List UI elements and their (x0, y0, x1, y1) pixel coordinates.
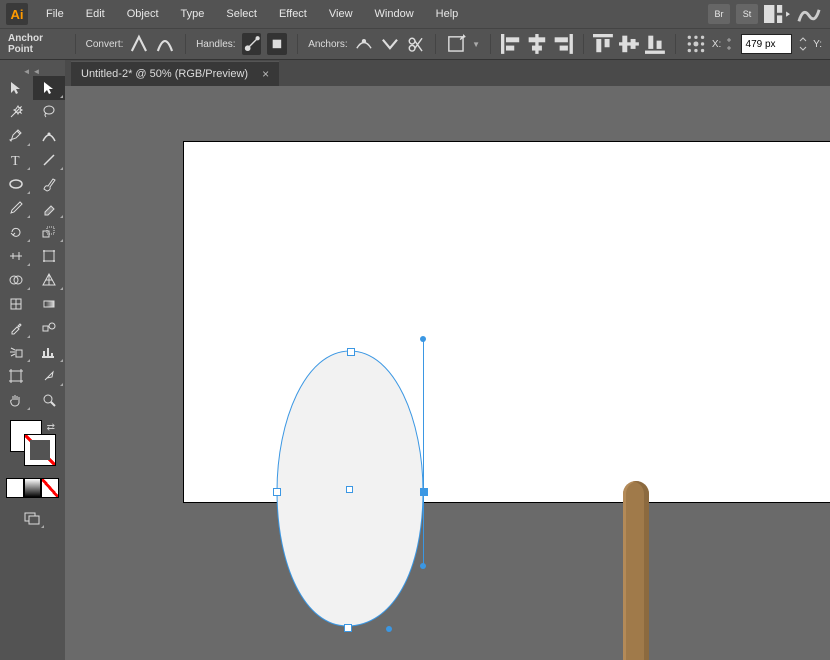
color-mode-none[interactable] (41, 478, 59, 498)
direction-point[interactable] (386, 626, 392, 632)
direct-selection-tool[interactable] (33, 76, 65, 100)
options-bar: Anchor Point Convert: Handles: Anchors: … (0, 28, 830, 60)
pen-tool[interactable] (0, 124, 32, 148)
anchor-point-selected[interactable] (420, 488, 428, 496)
perspective-tool[interactable] (33, 268, 65, 292)
document-tab[interactable]: Untitled-2* @ 50% (RGB/Preview) × (71, 61, 279, 86)
width-tool[interactable] (0, 244, 32, 268)
x-stepper-icon[interactable] (798, 36, 807, 52)
toolbox-handle[interactable]: ◄◄ (0, 66, 65, 76)
menu-bar: Ai File Edit Object Type Select Effect V… (0, 0, 830, 28)
tab-bar: Untitled-2* @ 50% (RGB/Preview) × (65, 60, 830, 86)
swap-fill-stroke-icon[interactable]: ⇄ (47, 422, 55, 433)
line-tool[interactable] (33, 148, 65, 172)
toolbox: ◄◄ T (0, 60, 65, 660)
stroke-swatch[interactable] (24, 434, 56, 466)
direction-line (423, 338, 424, 488)
curvature-tool[interactable] (33, 124, 65, 148)
menu-window[interactable]: Window (365, 4, 424, 24)
arrange-documents-icon[interactable] (764, 4, 790, 24)
convert-smooth-icon[interactable] (155, 33, 175, 55)
menu-object[interactable]: Object (117, 4, 169, 24)
rotate-tool[interactable] (0, 220, 32, 244)
eraser-tool[interactable] (33, 196, 65, 220)
align-left-icon[interactable] (501, 33, 521, 55)
lasso-tool[interactable] (33, 100, 65, 124)
menu-edit[interactable]: Edit (76, 4, 115, 24)
anchor-point[interactable] (344, 624, 352, 632)
gpu-preview-icon[interactable] (796, 4, 822, 24)
color-mode-solid[interactable] (6, 478, 24, 498)
anchors-label: Anchors: (308, 39, 347, 50)
type-tool[interactable]: T (0, 148, 32, 172)
direction-point[interactable] (420, 336, 426, 342)
handles-hide-icon[interactable] (267, 33, 287, 55)
align-hcenter-icon[interactable] (527, 33, 547, 55)
tab-close-icon[interactable]: × (262, 67, 269, 81)
document-area: Untitled-2* @ 50% (RGB/Preview) × (65, 60, 830, 660)
gradient-tool[interactable] (33, 292, 65, 316)
isolate-icon[interactable] (446, 33, 466, 55)
remove-anchor-icon[interactable] (354, 33, 374, 55)
menu-file[interactable]: File (36, 4, 74, 24)
free-transform-tool[interactable] (33, 244, 65, 268)
anchor-point[interactable] (347, 348, 355, 356)
shape-builder-tool[interactable] (0, 268, 32, 292)
align-top-icon[interactable] (593, 33, 613, 55)
screen-mode-tool[interactable] (18, 506, 46, 530)
menu-type[interactable]: Type (171, 4, 215, 24)
paintbrush-tool[interactable] (33, 172, 65, 196)
mesh-tool[interactable] (0, 292, 32, 316)
stick-shape[interactable] (623, 481, 649, 660)
menu-effect[interactable]: Effect (269, 4, 317, 24)
align-bottom-icon[interactable] (645, 33, 665, 55)
x-label: X: (712, 39, 721, 50)
menu-help[interactable]: Help (426, 4, 469, 24)
scale-tool[interactable] (33, 220, 65, 244)
convert-label: Convert: (86, 39, 124, 50)
zoom-tool[interactable] (33, 388, 65, 412)
stock-button[interactable]: St (736, 4, 758, 24)
selection-tool[interactable] (0, 76, 32, 100)
transform-ref-icon[interactable] (686, 33, 706, 55)
column-graph-tool[interactable] (33, 340, 65, 364)
anchor-point[interactable] (273, 488, 281, 496)
handles-label: Handles: (196, 39, 235, 50)
handles-show-icon[interactable] (242, 33, 262, 55)
tab-title: Untitled-2* @ 50% (RGB/Preview) (81, 68, 248, 80)
cut-path-icon[interactable] (405, 33, 425, 55)
link-icon[interactable] (727, 36, 734, 52)
connect-anchor-icon[interactable] (380, 33, 400, 55)
fill-stroke-swatch[interactable]: ⇄ (0, 420, 65, 472)
align-vcenter-icon[interactable] (619, 33, 639, 55)
hand-tool[interactable] (0, 388, 32, 412)
menu-view[interactable]: View (319, 4, 363, 24)
center-point[interactable] (346, 486, 353, 493)
app-logo: Ai (6, 3, 28, 25)
menu-select[interactable]: Select (216, 4, 267, 24)
color-mode-gradient[interactable] (24, 478, 42, 498)
pencil-tool[interactable] (0, 196, 32, 220)
slice-tool[interactable] (33, 364, 65, 388)
ellipse-tool[interactable] (0, 172, 32, 196)
blend-tool[interactable] (33, 316, 65, 340)
eyedropper-tool[interactable] (0, 316, 32, 340)
magic-wand-tool[interactable] (0, 100, 32, 124)
bridge-button[interactable]: Br (708, 4, 730, 24)
symbol-sprayer-tool[interactable] (0, 340, 32, 364)
convert-corner-icon[interactable] (129, 33, 149, 55)
direction-point[interactable] (420, 563, 426, 569)
y-label: Y: (813, 39, 822, 50)
artboard-tool[interactable] (0, 364, 32, 388)
svg-text:T: T (11, 154, 20, 168)
align-right-icon[interactable] (553, 33, 573, 55)
mode-label: Anchor Point (8, 33, 65, 55)
canvas[interactable] (65, 86, 830, 660)
x-value-input[interactable]: 479 px (741, 34, 793, 54)
direction-line (423, 491, 424, 566)
